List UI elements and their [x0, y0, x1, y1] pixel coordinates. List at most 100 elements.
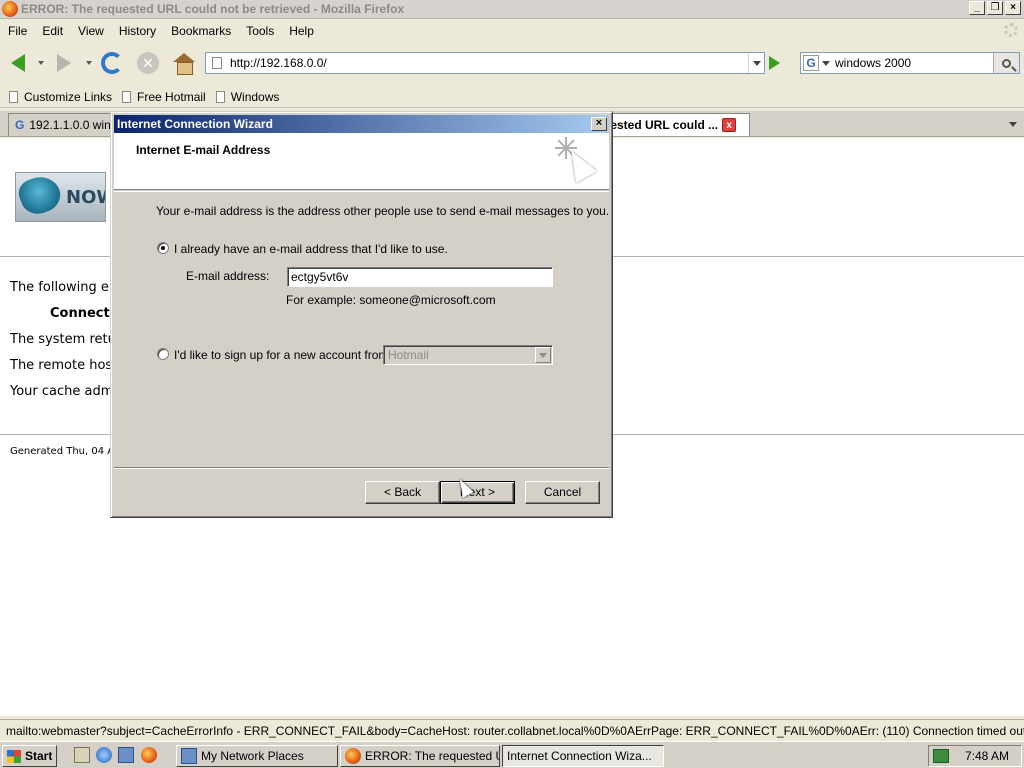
- cancel-wizard-button[interactable]: Cancel: [525, 481, 600, 504]
- menu-bar: File Edit View History Bookmarks Tools H…: [0, 20, 1024, 42]
- url-text: http://192.168.0.0/: [230, 56, 327, 70]
- home-button[interactable]: [172, 52, 196, 75]
- chevron-down-icon: [822, 60, 830, 66]
- forward-history-dropdown[interactable]: [86, 61, 92, 65]
- taskbar-item-label: Internet Connection Wiza...: [507, 749, 652, 763]
- browser-title: ERROR: The requested URL could not be re…: [21, 2, 405, 16]
- search-bar[interactable]: G windows 2000: [800, 52, 1020, 74]
- logo-text: NOW: [66, 187, 105, 208]
- firefox-icon[interactable]: [141, 747, 157, 763]
- bookmark-label: Customize Links: [24, 89, 113, 104]
- email-field[interactable]: ectgy5vt6v: [287, 267, 553, 287]
- tab-google-search[interactable]: G 192.1.1.0.0 windows: [8, 113, 120, 136]
- footer-divider: [114, 467, 609, 469]
- wizard-title: Internet Connection Wizard: [117, 117, 273, 131]
- menu-edit[interactable]: Edit: [42, 24, 63, 38]
- restore-button[interactable]: ❐: [987, 1, 1003, 15]
- search-engine-dropdown[interactable]: [821, 60, 831, 66]
- menu-tools[interactable]: Tools: [246, 24, 274, 38]
- chevron-down-icon: [539, 352, 547, 358]
- wizard-cursor-icon: [555, 137, 597, 187]
- back-history-dropdown[interactable]: [38, 61, 44, 65]
- wizard-header: Internet E-mail Address: [114, 133, 609, 190]
- menu-history[interactable]: History: [119, 24, 156, 38]
- squid-logo: NOW: [15, 172, 106, 222]
- google-icon: G: [15, 118, 25, 132]
- header-divider: [114, 191, 609, 192]
- page-icon: [9, 90, 18, 103]
- page-icon: [122, 90, 132, 103]
- option-signup-label[interactable]: I'd like to sign up for a new account fr…: [174, 348, 392, 362]
- provider-select[interactable]: Hotmail: [383, 345, 553, 365]
- next-wizard-button[interactable]: Next >: [440, 481, 515, 504]
- go-arrow-icon: [769, 56, 780, 70]
- menu-bookmarks[interactable]: Bookmarks: [171, 24, 231, 38]
- clock: 7:48 AM: [965, 749, 1010, 763]
- email-label: E-mail address:: [186, 269, 270, 283]
- back-arrow-icon: [11, 54, 25, 72]
- home-icon: [173, 53, 195, 75]
- stop-icon: ✕: [137, 52, 159, 74]
- google-icon[interactable]: G: [803, 55, 819, 71]
- page-icon: [212, 57, 222, 69]
- taskbar-firefox-window[interactable]: ERROR: The requested U...: [340, 745, 500, 767]
- forward-arrow-icon: [57, 54, 71, 72]
- wizard-title-bar: Internet Connection Wizard ×: [114, 115, 609, 133]
- start-label: Start: [25, 749, 53, 763]
- provider-value: Hotmail: [388, 348, 429, 362]
- chevron-down-icon: [1009, 121, 1017, 127]
- search-input[interactable]: windows 2000: [835, 56, 911, 70]
- close-button[interactable]: ×: [1005, 1, 1021, 15]
- system-tray: 7:48 AM: [928, 745, 1022, 767]
- bookmark-label: Free Hotmail: [137, 89, 206, 104]
- throbber-icon: [1004, 23, 1018, 37]
- url-bar[interactable]: http://192.168.0.0/: [205, 52, 765, 74]
- page-icon: [215, 90, 225, 103]
- browser-title-bar: ERROR: The requested URL could not be re…: [0, 0, 1024, 19]
- bookmark-label: Windows: [230, 89, 280, 104]
- reload-button[interactable]: [100, 52, 124, 74]
- taskbar-item-label: My Network Places: [201, 749, 304, 763]
- start-button[interactable]: Start: [2, 745, 57, 767]
- network-places-icon: [181, 748, 197, 764]
- tab-label: 192.1.1.0.0 windows: [29, 118, 119, 132]
- go-button[interactable]: [769, 55, 787, 71]
- chevron-down-icon: [752, 60, 761, 66]
- bookmark-free-hotmail[interactable]: Free Hotmail: [122, 90, 206, 104]
- bookmarks-toolbar: Customize Links Free Hotmail Windows: [0, 86, 1024, 108]
- menu-view[interactable]: View: [78, 24, 104, 38]
- internet-connection-wizard: Internet Connection Wizard × Internet E-…: [110, 111, 613, 518]
- radio-existing-address[interactable]: [157, 242, 169, 254]
- url-history-dropdown[interactable]: [748, 53, 764, 73]
- option-existing-label[interactable]: I already have an e-mail address that I'…: [174, 242, 448, 256]
- windows-logo-icon: [7, 749, 21, 763]
- bookmark-customize-links[interactable]: Customize Links: [9, 90, 112, 104]
- provider-dropdown-button[interactable]: [535, 347, 551, 363]
- back-button[interactable]: [6, 52, 30, 74]
- menu-file[interactable]: File: [8, 24, 27, 38]
- firefox-icon: [2, 1, 18, 17]
- tab-close-icon[interactable]: x: [722, 118, 737, 132]
- firefox-icon: [345, 748, 361, 764]
- wizard-close-button[interactable]: ×: [591, 117, 607, 131]
- internet-explorer-icon[interactable]: [96, 747, 112, 763]
- stop-button[interactable]: ✕: [136, 52, 160, 74]
- bookmark-windows[interactable]: Windows: [215, 89, 280, 104]
- radio-signup[interactable]: [157, 348, 169, 360]
- show-desktop-icon[interactable]: [74, 747, 90, 763]
- menu-help[interactable]: Help: [289, 24, 314, 38]
- wizard-heading: Internet E-mail Address: [136, 143, 271, 157]
- search-icon: [1002, 58, 1011, 68]
- taskbar-my-network-places[interactable]: My Network Places: [176, 745, 338, 767]
- search-button[interactable]: [993, 53, 1019, 73]
- reload-icon: [101, 52, 123, 74]
- network-connection-icon[interactable]: [933, 749, 949, 763]
- forward-button[interactable]: [52, 52, 76, 74]
- taskbar-wizard-window[interactable]: Internet Connection Wiza...: [502, 745, 664, 767]
- network-icon[interactable]: [118, 747, 134, 763]
- tab-list-button[interactable]: [1004, 114, 1022, 134]
- back-wizard-button[interactable]: < Back: [365, 481, 440, 504]
- minimize-button[interactable]: _: [969, 1, 985, 15]
- wizard-description: Your e-mail address is the address other…: [156, 204, 610, 218]
- status-bar: mailto:webmaster?subject=CacheErrorInfo …: [0, 719, 1024, 741]
